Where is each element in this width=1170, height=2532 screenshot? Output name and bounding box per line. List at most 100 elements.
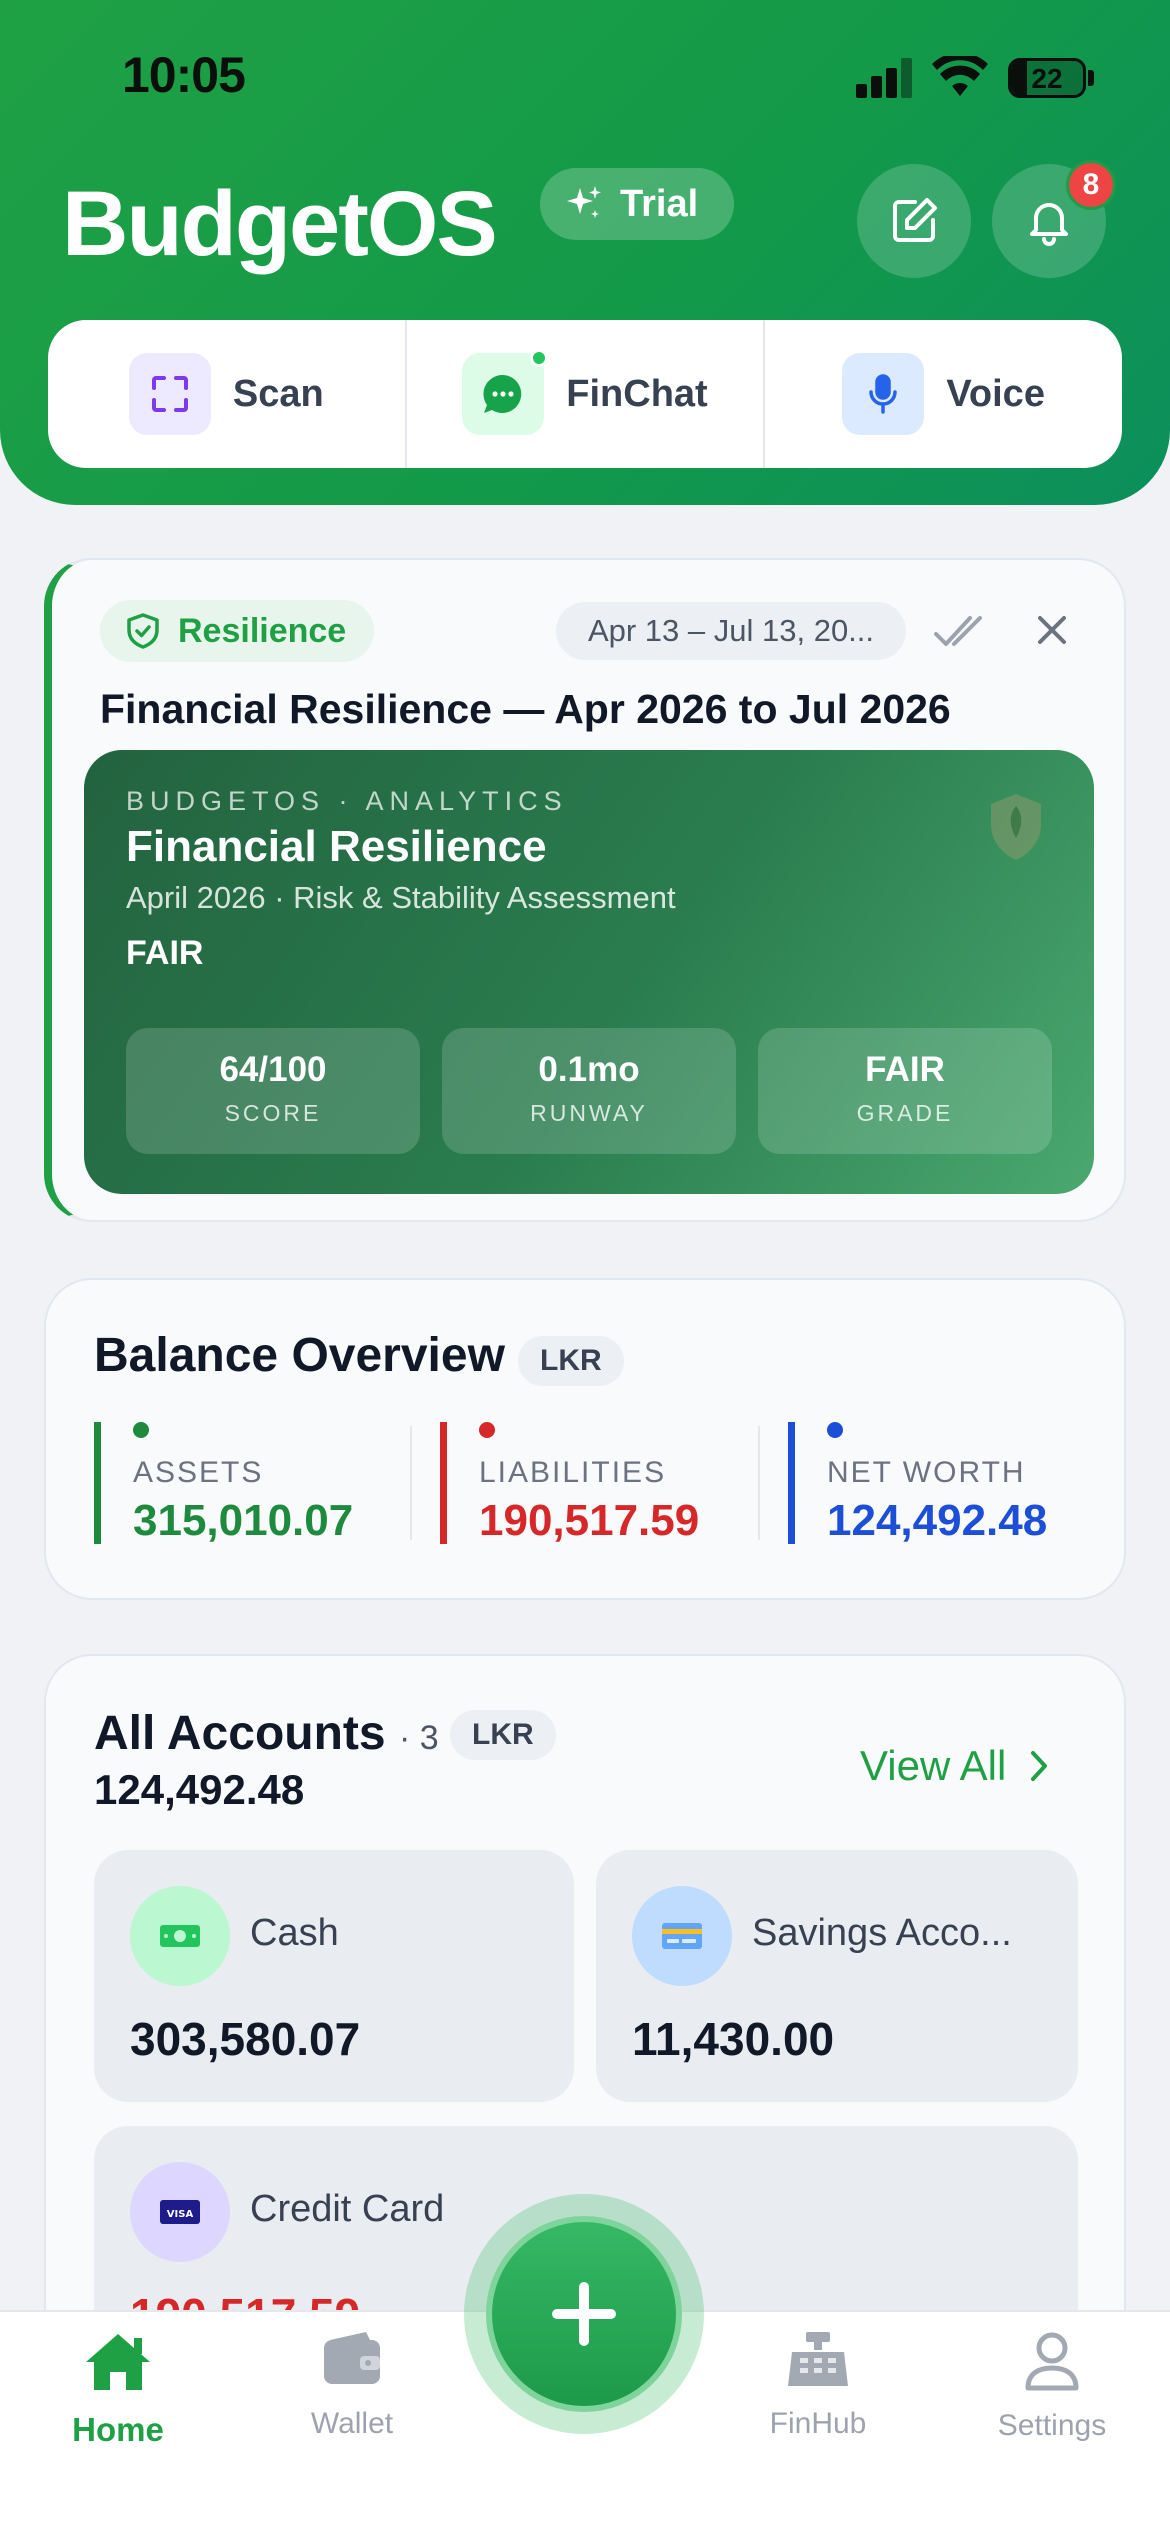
trial-label: Trial — [620, 182, 699, 225]
quick-action-label: Voice — [946, 372, 1045, 415]
accounts-count: · 3 — [398, 1719, 439, 1757]
account-name: Savings Acco... — [752, 1912, 1012, 1954]
stat-label: GRADE — [856, 1100, 954, 1126]
battery-tip — [1088, 70, 1094, 86]
bank-card-icon — [632, 1886, 732, 1986]
svg-text:VISA: VISA — [167, 2209, 194, 2220]
nav-label: Home — [72, 2411, 164, 2448]
status-time: 10:05 — [122, 47, 246, 103]
cash-icon — [130, 1886, 230, 1986]
date-range-pill[interactable]: Apr 13 – Jul 13, 20... — [556, 602, 906, 660]
mark-read-icon[interactable] — [932, 610, 988, 652]
report-title: Financial Resilience — [126, 822, 547, 871]
trial-badge[interactable]: Trial — [540, 168, 734, 240]
plus-icon — [552, 2282, 616, 2346]
scan-icon — [128, 353, 211, 435]
resilience-title: Financial Resilience — Apr 2026 to Jul 2… — [100, 686, 951, 732]
home-icon — [86, 2334, 150, 2390]
quick-action-label: FinChat — [566, 372, 708, 415]
quick-action-finchat[interactable]: FinChat — [407, 320, 766, 468]
resilience-report-card[interactable]: BUDGETOS · ANALYTICS Financial Resilienc… — [84, 750, 1094, 1194]
stat-value: 0.1mo — [538, 1050, 640, 1089]
online-indicator — [530, 349, 549, 367]
sparkles-icon — [567, 186, 601, 218]
nav-item-finhub[interactable]: FinHub — [738, 2330, 898, 2441]
compose-button[interactable] — [857, 164, 971, 278]
wifi-icon — [932, 56, 988, 96]
account-amount: 303,580.07 — [130, 2013, 361, 2065]
divider — [410, 1426, 412, 1540]
stat-value: 64/100 — [219, 1050, 327, 1089]
status-bar: 10:05 22 — [0, 0, 1170, 150]
stat-label: SCORE — [224, 1100, 322, 1126]
app-header: 10:05 22 BudgetOS Trial 8 Scan FinChat V… — [0, 0, 1170, 505]
report-kicker: BUDGETOS · ANALYTICS — [126, 786, 568, 816]
account-name: Cash — [250, 1912, 339, 1954]
net-worth-dot — [827, 1422, 843, 1438]
divider — [758, 1426, 760, 1540]
report-subtitle: April 2026 · Risk & Stability Assessment — [126, 880, 676, 915]
net-worth-label: NET WORTH — [827, 1456, 1026, 1489]
notification-badge: 8 — [1066, 160, 1116, 210]
net-worth-column: NET WORTH 124,492.48 — [788, 1422, 1047, 1545]
stat-score: 64/100 SCORE — [126, 1028, 420, 1154]
shield-emblem-icon — [991, 794, 1041, 860]
app-title: BudgetOS — [62, 173, 498, 275]
stat-label: RUNWAY — [530, 1100, 648, 1126]
stat-grade: FAIR GRADE — [758, 1028, 1052, 1154]
nav-item-wallet[interactable]: Wallet — [272, 2330, 432, 2441]
chevron-right-icon — [1031, 1751, 1048, 1781]
accounts-total: 124,492.48 — [94, 1766, 305, 1813]
quick-action-voice[interactable]: Voice — [765, 320, 1122, 468]
accounts-title-row: All Accounts · 3 — [94, 1706, 439, 1761]
liabilities-label: LIABILITIES — [479, 1456, 667, 1489]
resilience-tag-label: Resilience — [178, 611, 347, 650]
account-tile-cash[interactable]: Cash 303,580.07 — [94, 1850, 574, 2102]
liabilities-dot — [479, 1422, 495, 1438]
account-tile-savings[interactable]: Savings Acco... 11,430.00 — [596, 1850, 1078, 2102]
account-name: Credit Card — [250, 2188, 445, 2230]
register-icon — [788, 2332, 848, 2386]
balance-title: Balance Overview — [94, 1329, 505, 1382]
nav-item-settings[interactable]: Settings — [972, 2330, 1132, 2443]
nav-label: FinHub — [769, 2407, 867, 2440]
battery-icon: 22 — [1008, 58, 1086, 98]
nav-label: Wallet — [310, 2407, 394, 2440]
balance-overview-card[interactable]: Balance Overview LKR ASSETS 315,010.07 L… — [44, 1278, 1126, 1600]
close-icon[interactable] — [1032, 610, 1072, 650]
bell-icon — [1030, 203, 1068, 246]
chat-icon — [462, 349, 549, 435]
view-all-link[interactable]: View All — [860, 1742, 1050, 1790]
currency-badge: LKR — [450, 1710, 556, 1760]
accounts-title: All Accounts — [94, 1707, 386, 1760]
shield-check-icon — [127, 613, 159, 649]
quick-action-scan[interactable]: Scan — [48, 320, 407, 468]
add-transaction-button[interactable] — [486, 2216, 682, 2412]
liabilities-value: 190,517.59 — [479, 1496, 700, 1545]
stat-value: FAIR — [865, 1050, 945, 1089]
currency-badge: LKR — [518, 1336, 624, 1386]
net-worth-value: 124,492.48 — [827, 1496, 1048, 1545]
stat-runway: 0.1mo RUNWAY — [442, 1028, 736, 1154]
assets-column: ASSETS 315,010.07 — [94, 1422, 353, 1545]
user-icon — [1025, 2332, 1079, 2391]
assets-value: 315,010.07 — [133, 1496, 354, 1545]
view-all-label: View All — [860, 1742, 1007, 1789]
account-amount: 11,430.00 — [632, 2013, 835, 2065]
liabilities-column: LIABILITIES 190,517.59 — [440, 1422, 699, 1545]
battery-level: 22 — [1031, 63, 1063, 94]
cellular-signal-icon — [856, 58, 914, 98]
edit-icon — [893, 198, 937, 242]
quick-actions-bar: Scan FinChat Voice — [48, 320, 1122, 468]
resilience-tag: Resilience — [100, 600, 375, 662]
report-grade: FAIR — [126, 934, 204, 972]
assets-label: ASSETS — [133, 1456, 264, 1489]
resilience-card[interactable]: Resilience Apr 13 – Jul 13, 20... Financ… — [44, 558, 1126, 1222]
nav-item-home[interactable]: Home — [38, 2330, 198, 2449]
nav-label: Settings — [997, 2409, 1107, 2442]
wallet-icon — [324, 2332, 380, 2384]
microphone-icon — [842, 353, 925, 435]
visa-card-icon: VISA — [130, 2162, 230, 2262]
assets-dot — [133, 1422, 149, 1438]
quick-action-label: Scan — [232, 372, 324, 415]
